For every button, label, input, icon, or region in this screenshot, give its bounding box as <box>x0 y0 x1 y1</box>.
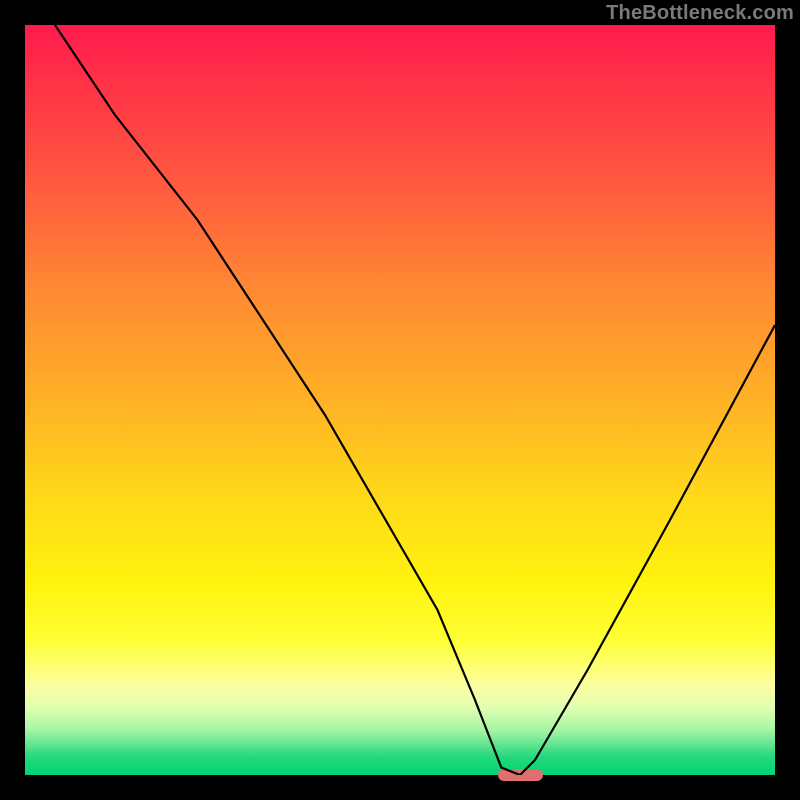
chart-plot-area <box>25 25 775 775</box>
bottleneck-curve <box>25 25 775 775</box>
watermark-label: TheBottleneck.com <box>606 2 794 25</box>
